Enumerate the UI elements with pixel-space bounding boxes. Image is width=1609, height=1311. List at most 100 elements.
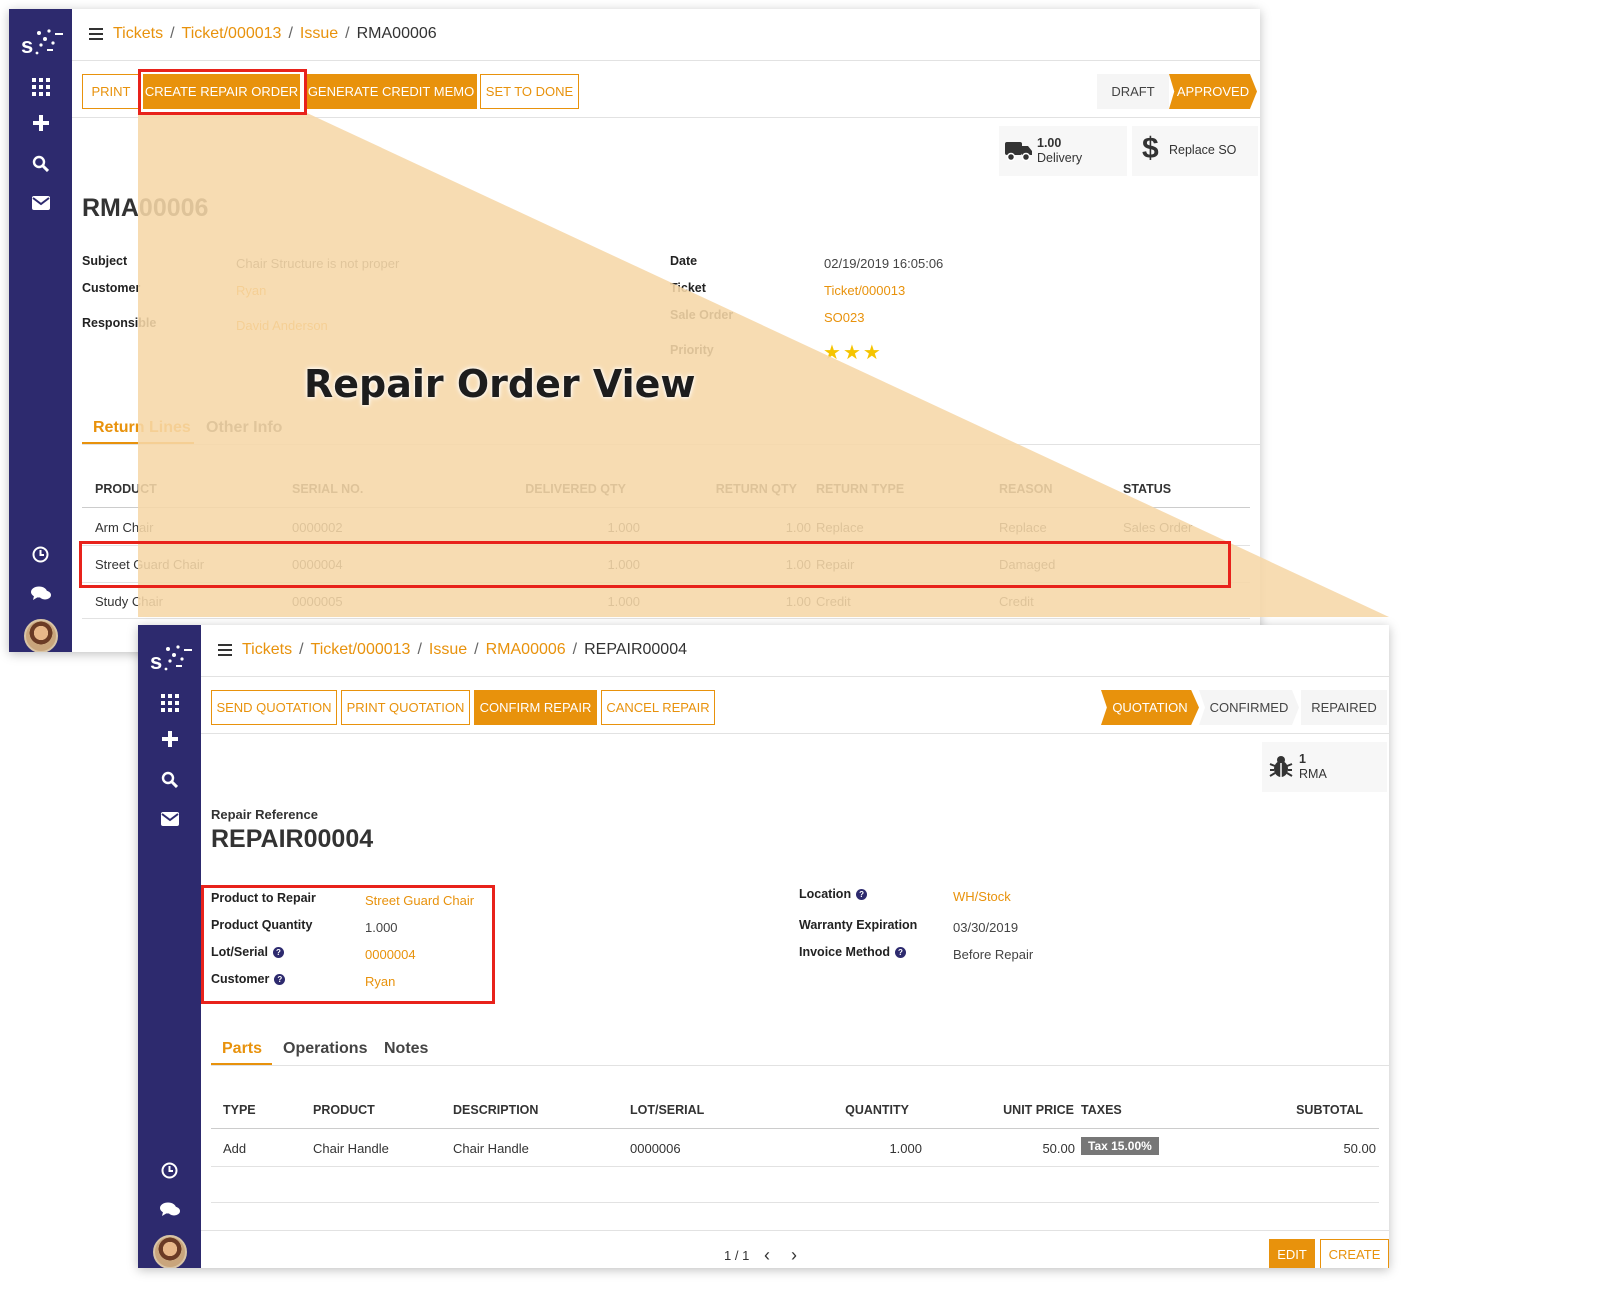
set-to-done-button[interactable]: SET TO DONE xyxy=(480,74,579,109)
subject-value[interactable]: Chair Structure is not proper xyxy=(236,256,399,271)
confirm-repair-button[interactable]: CONFIRM REPAIR xyxy=(474,690,597,725)
create-repair-order-highlight xyxy=(138,69,307,115)
col-unit-price[interactable]: UNIT PRICE xyxy=(958,1103,1074,1117)
search-icon[interactable] xyxy=(9,153,72,173)
warranty-expiration-value[interactable]: 03/30/2019 xyxy=(953,920,1018,935)
breadcrumb-ticket[interactable]: Ticket/000013 xyxy=(311,641,411,659)
invoice-method-value[interactable]: Before Repair xyxy=(953,947,1033,962)
apps-grid-icon[interactable] xyxy=(138,693,201,713)
star-icon[interactable]: ★ xyxy=(863,342,883,364)
breadcrumb: Tickets / Ticket/000013/ Issue / RMA00006 xyxy=(89,25,437,43)
location-value[interactable]: WH/Stock xyxy=(953,889,1011,904)
status-quotation[interactable]: QUOTATION xyxy=(1101,690,1199,725)
tax-badge: Tax 15.00% xyxy=(1081,1137,1159,1155)
breadcrumb-tickets[interactable]: Tickets xyxy=(113,25,163,43)
product-fields-highlight xyxy=(201,885,495,1004)
col-reason[interactable]: REASON xyxy=(999,482,1052,496)
tab-return-lines[interactable]: Return Lines xyxy=(93,419,191,437)
col-delivered-qty[interactable]: DELIVERED QTY xyxy=(509,482,626,496)
mail-icon[interactable] xyxy=(138,809,201,829)
status-repaired[interactable]: REPAIRED xyxy=(1301,690,1387,725)
delivery-label: Delivery xyxy=(1037,151,1083,165)
clock-icon[interactable] xyxy=(138,1160,201,1180)
plus-icon[interactable] xyxy=(138,729,201,749)
user-avatar[interactable] xyxy=(23,619,58,652)
star-icon[interactable]: ★ xyxy=(823,342,843,364)
col-taxes[interactable]: TAXES xyxy=(1081,1103,1122,1117)
tab-other-info[interactable]: Other Info xyxy=(206,419,282,437)
rma-smart-button[interactable]: 1 RMA xyxy=(1262,742,1387,792)
chat-icon[interactable] xyxy=(138,1200,201,1220)
cell-serial: 0000005 xyxy=(292,594,343,609)
col-return-qty[interactable]: RETURN QTY xyxy=(699,482,797,496)
edit-button[interactable]: EDIT xyxy=(1269,1239,1315,1268)
priority-stars[interactable]: ★★★ xyxy=(823,340,883,365)
breadcrumb-issue[interactable]: Issue xyxy=(300,25,338,43)
tab-parts[interactable]: Parts xyxy=(222,1040,262,1058)
cell-return-qty: 1.00 xyxy=(785,520,811,535)
col-status[interactable]: STATUS xyxy=(1123,482,1171,496)
breadcrumb-tickets[interactable]: Tickets xyxy=(242,641,292,659)
breadcrumb-ticket[interactable]: Ticket/000013 xyxy=(182,25,282,43)
col-description[interactable]: DESCRIPTION xyxy=(453,1103,538,1117)
date-value[interactable]: 02/19/2019 16:05:06 xyxy=(824,256,943,271)
cell-description: Chair Handle xyxy=(453,1141,529,1156)
record-title: RMA00006 xyxy=(82,194,209,222)
col-quantity[interactable]: QUANTITY xyxy=(798,1103,909,1117)
svg-text:s: s xyxy=(21,33,33,58)
chevron-right-icon[interactable]: › xyxy=(791,1245,797,1266)
col-product[interactable]: PRODUCT xyxy=(95,482,157,496)
status-draft[interactable]: DRAFT xyxy=(1097,74,1169,109)
responsible-value[interactable]: David Anderson xyxy=(236,318,328,333)
col-return-type[interactable]: RETURN TYPE xyxy=(816,482,904,496)
cell-delivered-qty: 1.000 xyxy=(607,520,640,535)
col-serial[interactable]: SERIAL NO. xyxy=(292,482,363,496)
help-icon[interactable]: ? xyxy=(856,889,868,900)
rma-count: 1 xyxy=(1299,752,1306,766)
bug-icon xyxy=(1269,756,1293,777)
breadcrumb-rma[interactable]: RMA00006 xyxy=(486,641,566,659)
breadcrumb-issue[interactable]: Issue xyxy=(429,641,467,659)
user-avatar[interactable] xyxy=(152,1235,187,1268)
help-icon[interactable]: ? xyxy=(894,947,906,958)
star-icon[interactable]: ★ xyxy=(843,342,863,364)
col-lot-serial[interactable]: LOT/SERIAL xyxy=(630,1103,704,1117)
status-approved[interactable]: APPROVED xyxy=(1169,74,1257,109)
tab-operations[interactable]: Operations xyxy=(283,1040,367,1058)
menu-toggle-icon[interactable] xyxy=(89,28,103,40)
location-label: Location? xyxy=(799,887,868,901)
print-quotation-button[interactable]: PRINT QUOTATION xyxy=(341,690,470,725)
tab-notes[interactable]: Notes xyxy=(384,1040,428,1058)
customer-value[interactable]: Ryan xyxy=(236,283,266,298)
col-subtotal[interactable]: SUBTOTAL xyxy=(1238,1103,1363,1117)
sale-order-value[interactable]: SO023 xyxy=(824,310,864,325)
mail-icon[interactable] xyxy=(9,193,72,213)
chat-icon[interactable] xyxy=(9,584,72,604)
create-button[interactable]: CREATE xyxy=(1320,1239,1389,1268)
clock-icon[interactable] xyxy=(9,544,72,564)
print-button[interactable]: PRINT xyxy=(82,74,140,109)
delivery-smart-button[interactable]: 1.00 Delivery xyxy=(999,126,1127,176)
col-product[interactable]: PRODUCT xyxy=(313,1103,375,1117)
ticket-value[interactable]: Ticket/000013 xyxy=(824,283,905,298)
status-confirmed[interactable]: CONFIRMED xyxy=(1199,690,1299,725)
app-logo-icon[interactable]: s xyxy=(148,639,194,675)
cell-return-qty: 1.00 xyxy=(785,594,811,609)
repair-reference-label: Repair Reference xyxy=(211,807,318,822)
cancel-repair-button[interactable]: CANCEL REPAIR xyxy=(601,690,715,725)
chevron-left-icon[interactable]: ‹ xyxy=(764,1245,770,1266)
search-icon[interactable] xyxy=(138,769,201,789)
app-logo-icon[interactable]: s xyxy=(19,23,65,59)
generate-credit-memo-button[interactable]: GENERATE CREDIT MEMO xyxy=(305,74,477,109)
menu-toggle-icon[interactable] xyxy=(218,644,232,656)
plus-icon[interactable] xyxy=(9,113,72,133)
breadcrumb-current: RMA00006 xyxy=(356,25,437,42)
subject-label: Subject xyxy=(82,254,128,268)
replace-so-smart-button[interactable]: $ Replace SO xyxy=(1132,126,1258,176)
cell-product: Arm Chair xyxy=(95,520,154,535)
cell-reason: Replace xyxy=(999,520,1047,535)
send-quotation-button[interactable]: SEND QUOTATION xyxy=(211,690,337,725)
apps-grid-icon[interactable] xyxy=(9,77,72,97)
col-type[interactable]: TYPE xyxy=(223,1103,256,1117)
breadcrumb: Tickets / Ticket/000013/ Issue / RMA00006/… xyxy=(218,641,687,659)
